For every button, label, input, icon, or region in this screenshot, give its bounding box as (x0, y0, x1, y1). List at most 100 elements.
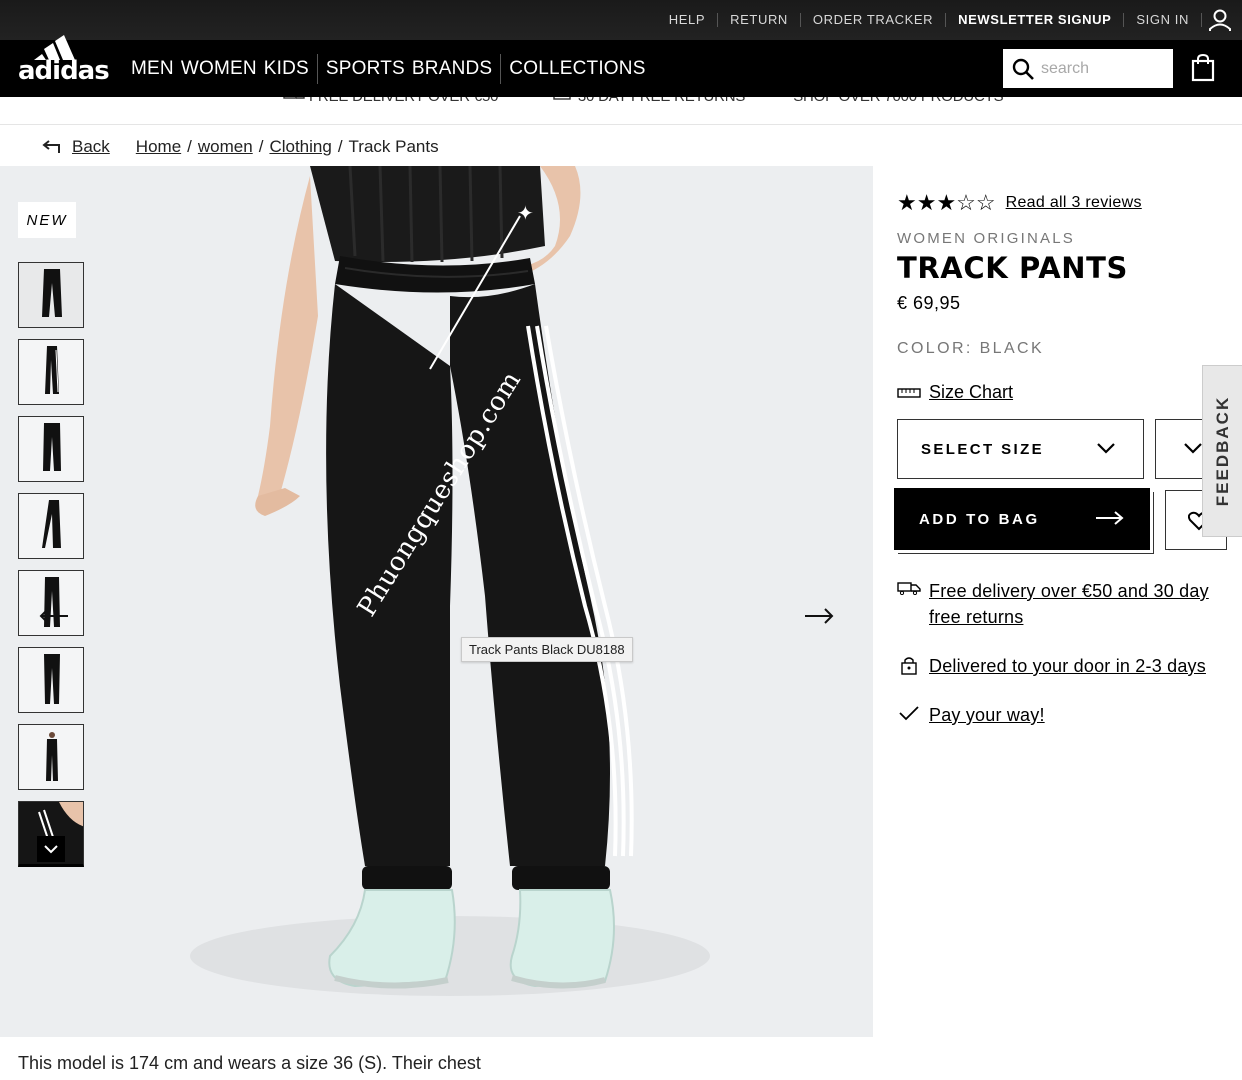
thumbnails-scroll-down-button[interactable] (37, 836, 65, 862)
back-arrow-icon (42, 140, 60, 153)
breadcrumb-current: Track Pants (348, 137, 439, 156)
utility-links: HELP RETURN ORDER TRACKER NEWSLETTER SIG… (657, 0, 1232, 40)
nav-sports[interactable]: SPORTS (326, 58, 405, 80)
thumbnail-4[interactable] (18, 493, 84, 559)
add-to-bag-label: ADD TO BAG (919, 510, 1040, 528)
rating-stars: ★★★☆☆ (897, 190, 996, 215)
product-title: TRACK PANTS (897, 251, 1128, 285)
checkmark-icon (899, 706, 919, 721)
search-box[interactable] (1003, 49, 1173, 88)
main-navigation: adidas MEN WOMEN KIDS SPORTS BRANDS COLL… (0, 35, 1242, 97)
thumbnail-8[interactable] (18, 801, 84, 867)
next-image-arrow-icon[interactable] (803, 604, 835, 628)
watermark-line: ✦ (429, 204, 534, 370)
nav-collections[interactable]: COLLECTIONS (509, 58, 645, 80)
adidas-logo[interactable]: adidas (18, 35, 110, 97)
thumbnail-6[interactable] (18, 647, 84, 713)
reviews-link[interactable]: Read all 3 reviews (1006, 194, 1142, 212)
thumbnail-2[interactable] (18, 339, 84, 405)
selection-row: SELECT SIZE (897, 419, 1242, 479)
promo-free-delivery-text: FREE DELIVERY OVER €50* (309, 97, 504, 105)
nav-group-gender: MEN WOMEN KIDS SPORTS BRANDS COLLECTIONS (131, 54, 646, 84)
select-size-label: SELECT SIZE (921, 440, 1045, 458)
thumbnail-pants-icon (43, 423, 61, 471)
nav-women[interactable]: WOMEN (181, 58, 257, 80)
breadcrumb-clothing[interactable]: Clothing (269, 137, 331, 157)
feedback-tab[interactable]: FEEDBACK (1202, 365, 1242, 537)
promo-free-returns[interactable]: 30 DAY FREE RETURNS (552, 97, 769, 105)
product-gallery: ✦ Phuongqueshop.com NEW Track Pants Blac… (0, 166, 873, 1037)
back-link[interactable]: Back (42, 137, 110, 157)
promo-free-returns-text: 30 DAY FREE RETURNS (578, 97, 746, 105)
size-chart-label: Size Chart (929, 382, 1014, 402)
nav-kids[interactable]: KIDS (264, 58, 309, 80)
nav-men[interactable]: MEN (131, 58, 174, 80)
sign-in-link[interactable]: SIGN IN (1124, 13, 1202, 27)
truck-icon (897, 582, 921, 595)
truck-icon (283, 97, 305, 99)
ruler-icon (897, 387, 921, 398)
product-color: COLOR: BLACK (897, 340, 1045, 357)
search-input[interactable] (1041, 59, 1161, 78)
benefit-payment-text: Pay your way! (929, 705, 1045, 725)
thumbnail-7[interactable] (18, 724, 84, 790)
product-price: € 69,95 (897, 293, 961, 313)
promo-products[interactable]: SHOP OVER 7000 PRODUCTS (793, 97, 1003, 105)
add-row: ADD TO BAG (894, 488, 1239, 552)
breadcrumb: Back Home / women / Clothing / Track Pan… (42, 136, 439, 158)
previous-image-arrow-icon[interactable] (38, 604, 70, 628)
promo-strip: FREE DELIVERY OVER €50* 30 DAY FREE RETU… (0, 97, 1242, 125)
benefit-delivery-time-text: Delivered to your door in 2-3 days (929, 656, 1206, 676)
utility-bar: HELP RETURN ORDER TRACKER NEWSLETTER SIG… (0, 0, 1242, 40)
breadcrumb-separator: / (258, 137, 264, 156)
benefit-free-delivery-text: Free delivery over €50 and 30 day free r… (929, 581, 1209, 627)
return-box-icon (553, 97, 571, 100)
thumbnail-pants-icon (42, 500, 61, 548)
back-label: Back (72, 137, 110, 156)
select-size-dropdown[interactable]: SELECT SIZE (897, 419, 1144, 479)
user-icon[interactable] (1208, 8, 1232, 32)
help-link[interactable]: HELP (657, 13, 719, 27)
adidas-performance-logo-icon (34, 35, 75, 60)
new-badge: NEW (18, 202, 76, 238)
chevron-down-icon (1184, 443, 1202, 454)
benefits-list: Free delivery over €50 and 30 day free r… (897, 578, 1227, 751)
benefit-delivery-time[interactable]: Delivered to your door in 2-3 days (897, 653, 1227, 679)
breadcrumb-separator: / (337, 137, 343, 156)
size-chart-link[interactable]: Size Chart (897, 382, 1227, 403)
return-link[interactable]: RETURN (718, 13, 801, 27)
breadcrumb-women[interactable]: women (198, 137, 253, 157)
product-category: WOMEN ORIGINALS (897, 230, 1076, 247)
thumbnail-pants-icon (45, 346, 59, 394)
arrow-right-icon (1096, 511, 1124, 525)
breadcrumb-home[interactable]: Home (136, 137, 181, 157)
order-tracker-link[interactable]: ORDER TRACKER (801, 13, 947, 27)
thumbnail-pants-icon (44, 654, 60, 704)
nav-brands[interactable]: BRANDS (412, 58, 492, 80)
svg-text:✦: ✦ (517, 204, 534, 225)
feedback-label: FEEDBACK (1212, 395, 1232, 507)
nav-divider (316, 54, 318, 84)
newsletter-signup-link[interactable]: NEWSLETTER SIGNUP (946, 13, 1125, 27)
chevron-down-icon (44, 844, 58, 853)
benefit-payment[interactable]: Pay your way! (897, 702, 1227, 728)
product-info-panel: ★★★☆☆ Read all 3 reviews WOMEN ORIGINALS… (894, 190, 1235, 725)
breadcrumb-separator: / (187, 137, 192, 156)
thumbnail-model-icon (46, 732, 58, 781)
chevron-down-icon (1097, 443, 1115, 454)
thumbnail-1[interactable] (18, 262, 84, 328)
lock-box-icon (901, 657, 917, 675)
add-to-bag-button[interactable]: ADD TO BAG (894, 488, 1150, 550)
image-tooltip: Track Pants Black DU8188 (461, 637, 633, 662)
shopping-bag-icon[interactable] (1191, 53, 1215, 82)
search-icon[interactable] (1011, 57, 1035, 81)
rating-row: ★★★☆☆ Read all 3 reviews (897, 190, 1227, 216)
thumbnail-pants-icon (42, 269, 62, 317)
thumbnail-list (18, 262, 84, 878)
model-description: This model is 174 cm and wears a size 36… (18, 1053, 481, 1073)
nav-divider (500, 54, 502, 84)
promo-free-delivery[interactable]: FREE DELIVERY OVER €50* (283, 97, 528, 105)
thumbnail-3[interactable] (18, 416, 84, 482)
benefit-free-delivery[interactable]: Free delivery over €50 and 30 day free r… (897, 578, 1227, 630)
brand-wordmark: adidas (18, 56, 110, 86)
